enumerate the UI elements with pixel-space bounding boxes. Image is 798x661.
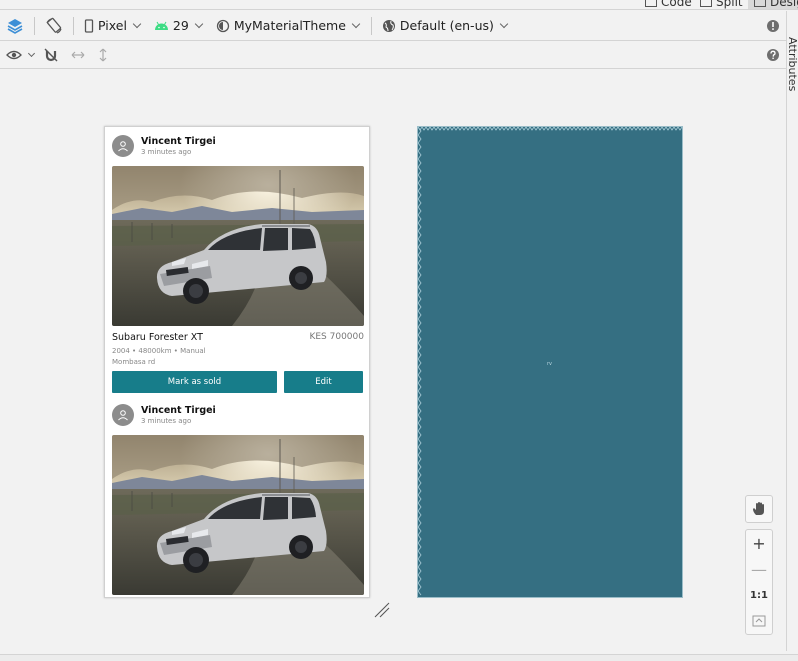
author-name: Vincent Tirgei — [141, 404, 216, 416]
device-selector[interactable]: Pixel — [78, 14, 148, 38]
toolbar-divider — [370, 16, 372, 35]
avatar — [112, 135, 134, 157]
post-header: Vincent Tirgei 3 minutes ago — [112, 134, 364, 158]
resize-handle-icon[interactable] — [373, 601, 391, 619]
api-level-selector[interactable]: 29 — [148, 14, 210, 38]
magnet-off-icon — [44, 48, 58, 61]
car-photo — [112, 166, 364, 326]
tab-design[interactable]: Design — [748, 0, 798, 9]
view-options-toolbar — [0, 41, 786, 69]
arrows-horizontal-icon — [71, 51, 85, 58]
eye-icon — [6, 50, 22, 59]
post-time: 3 minutes ago — [141, 416, 192, 425]
avatar — [112, 404, 134, 426]
theme-label: MyMaterialTheme — [233, 18, 346, 33]
theme-selector[interactable]: MyMaterialTheme — [210, 14, 367, 38]
person-icon — [118, 141, 128, 152]
zoom-controls: + — 1:1 — [745, 529, 773, 635]
attributes-label: Attributes — [786, 37, 798, 92]
hand-icon — [753, 502, 764, 515]
design-toolbar: Pixel 29 MyMaterialTheme Default (en-us) — [0, 11, 786, 41]
pan-button[interactable] — [745, 495, 773, 523]
code-view-icon — [645, 0, 657, 7]
globe-icon — [382, 19, 395, 32]
zoom-actual-size-button[interactable]: 1:1 — [746, 582, 772, 608]
chevron-down-icon — [132, 19, 142, 29]
toolbar-divider — [34, 16, 35, 35]
tab-code[interactable]: Code — [645, 0, 692, 9]
android-icon — [154, 21, 168, 30]
orientation-button[interactable] — [39, 14, 69, 38]
toolbar-divider — [73, 16, 74, 35]
mark-as-sold-button[interactable]: Mark as sold — [112, 371, 277, 393]
car-price: KES 700000 — [309, 332, 364, 342]
tab-split[interactable]: Split — [700, 0, 743, 9]
zoom-out-button[interactable]: — — [746, 556, 772, 582]
zoom-in-button[interactable]: + — [746, 530, 772, 556]
phone-icon — [84, 18, 94, 33]
chevron-down-icon — [499, 19, 509, 29]
rotate-device-icon — [46, 17, 62, 34]
post-time: 3 minutes ago — [141, 147, 192, 156]
design-view-icon — [754, 0, 766, 7]
expand-vertical-button[interactable] — [92, 43, 114, 67]
car-photo — [112, 435, 364, 595]
status-bar — [0, 654, 798, 661]
warning-icon — [767, 19, 779, 32]
post-header: Vincent Tirgei 3 minutes ago — [112, 403, 364, 427]
edit-button[interactable]: Edit — [284, 371, 363, 393]
help-button[interactable] — [760, 43, 786, 67]
recyclerview-label: rv — [547, 361, 553, 367]
chevron-down-icon — [194, 19, 204, 29]
attributes-side-panel-tab[interactable]: Attributes — [786, 11, 798, 651]
design-surface-button[interactable] — [0, 14, 30, 38]
fit-screen-icon — [752, 615, 766, 627]
layers-icon — [7, 18, 23, 34]
editor-mode-tabs: Code Split Design — [0, 0, 798, 10]
api-level-label: 29 — [172, 18, 189, 33]
arrows-vertical-icon — [99, 48, 107, 61]
design-preview[interactable]: Vincent Tirgei 3 minutes ago Subaru Fore… — [104, 126, 370, 598]
view-options-button[interactable] — [0, 43, 38, 67]
car-title: Subaru Forester XT — [112, 332, 203, 343]
scroll-edge-indicator — [418, 127, 682, 131]
expand-horizontal-button[interactable] — [64, 43, 92, 67]
device-label: Pixel — [98, 18, 127, 33]
person-icon — [118, 410, 128, 421]
locale-label: Default (en-us) — [399, 18, 494, 33]
author-name: Vincent Tirgei — [141, 135, 216, 147]
post-card[interactable]: Vincent Tirgei 3 minutes ago — [112, 134, 364, 393]
chevron-down-icon — [27, 49, 36, 57]
blueprint-preview[interactable]: rv — [417, 126, 683, 598]
scroll-edge-indicator — [418, 127, 422, 596]
split-view-icon — [700, 0, 712, 7]
post-card[interactable]: Vincent Tirgei 3 minutes ago — [112, 403, 364, 595]
zoom-to-fit-button[interactable] — [746, 608, 772, 634]
autoconnect-toggle[interactable] — [38, 43, 64, 67]
locale-selector[interactable]: Default (en-us) — [376, 14, 515, 38]
car-location: Mombasa rd — [112, 358, 156, 366]
theme-icon — [216, 19, 229, 32]
issues-button[interactable] — [760, 14, 786, 38]
help-icon — [767, 48, 779, 61]
chevron-down-icon — [351, 19, 361, 29]
car-details: 2004 • 48000km • Manual — [112, 347, 206, 355]
